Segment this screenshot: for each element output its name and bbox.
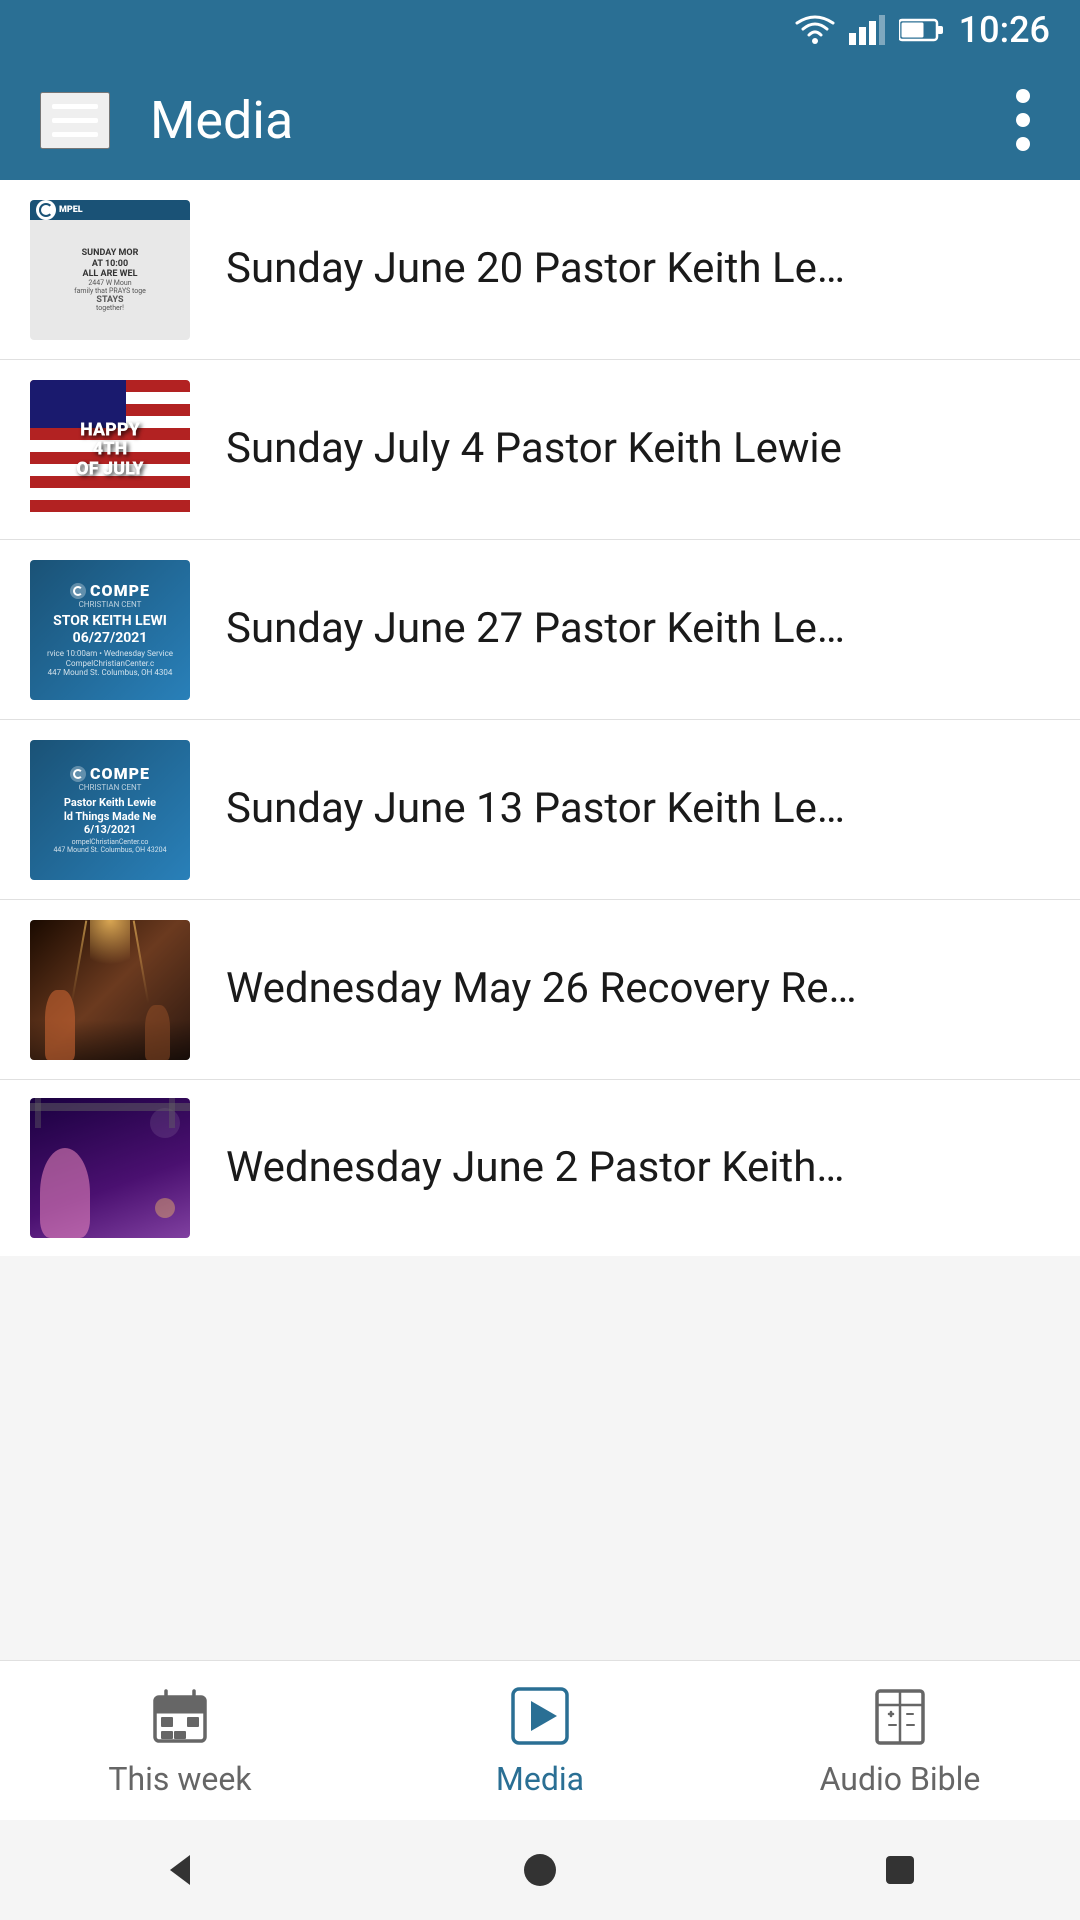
play-icon (508, 1684, 572, 1748)
media-thumbnail: MPEL SUNDAY MORAT 10:00ALL ARE WEL 2447 … (30, 200, 190, 340)
media-item-title: Sunday June 13 Pastor Keith Le… (226, 782, 845, 837)
home-button[interactable] (520, 1850, 560, 1890)
status-bar: 10:26 (0, 0, 1080, 60)
hamburger-line-1 (52, 104, 98, 109)
system-navigation-bar (0, 1820, 1080, 1920)
nav-label-audio-bible: Audio Bible (820, 1760, 981, 1798)
media-item-title: Sunday July 4 Pastor Keith Lewie (226, 422, 842, 477)
bottom-navigation: This week Media Audio Bible (0, 1660, 1080, 1820)
media-item-title: Wednesday May 26 Recovery Re… (226, 962, 857, 1017)
nav-item-this-week[interactable]: This week (0, 1684, 360, 1798)
status-icons: 10:26 (795, 9, 1050, 51)
nav-label-media: Media (496, 1760, 584, 1798)
signal-icon (849, 15, 885, 45)
wifi-icon (795, 15, 835, 45)
hamburger-line-3 (52, 132, 98, 137)
media-item[interactable]: COMPE CHRISTIAN CENT STOR KEITH LEWI06/2… (0, 540, 1080, 720)
nav-item-audio-bible[interactable]: Audio Bible (720, 1684, 1080, 1798)
recent-apps-button[interactable] (880, 1850, 920, 1890)
back-button[interactable] (160, 1850, 200, 1890)
nav-item-media[interactable]: Media (360, 1684, 720, 1798)
media-item[interactable]: Wednesday May 26 Recovery Re… (0, 900, 1080, 1080)
nav-label-this-week: This week (108, 1760, 251, 1798)
app-bar: Media (0, 60, 1080, 180)
status-time: 10:26 (959, 9, 1050, 51)
bible-icon (868, 1684, 932, 1748)
media-thumbnail: COMPE CHRISTIAN CENT STOR KEITH LEWI06/2… (30, 560, 190, 700)
media-list: MPEL SUNDAY MORAT 10:00ALL ARE WEL 2447 … (0, 180, 1080, 1256)
battery-icon (899, 18, 945, 42)
media-thumbnail (30, 920, 190, 1060)
media-item-title: Wednesday June 2 Pastor Keith… (226, 1141, 844, 1196)
media-item[interactable]: HAPPY 4THOF JULY Sunday July 4 Pastor Ke… (0, 360, 1080, 540)
media-item[interactable]: MPEL SUNDAY MORAT 10:00ALL ARE WEL 2447 … (0, 180, 1080, 360)
overflow-menu-button[interactable] (1006, 78, 1040, 162)
hamburger-line-2 (52, 118, 98, 123)
hamburger-menu-button[interactable] (40, 92, 110, 149)
media-item[interactable]: COMPE CHRISTIAN CENT Pastor Keith Lewiel… (0, 720, 1080, 900)
media-thumbnail: COMPE CHRISTIAN CENT Pastor Keith Lewiel… (30, 740, 190, 880)
media-item[interactable]: Wednesday June 2 Pastor Keith… (0, 1080, 1080, 1256)
page-title: Media (150, 90, 1006, 151)
calendar-icon (148, 1684, 212, 1748)
media-item-title: Sunday June 27 Pastor Keith Le… (226, 602, 845, 657)
media-thumbnail: HAPPY 4THOF JULY (30, 380, 190, 520)
media-item-title: Sunday June 20 Pastor Keith Le… (226, 242, 845, 297)
media-thumbnail (30, 1098, 190, 1238)
